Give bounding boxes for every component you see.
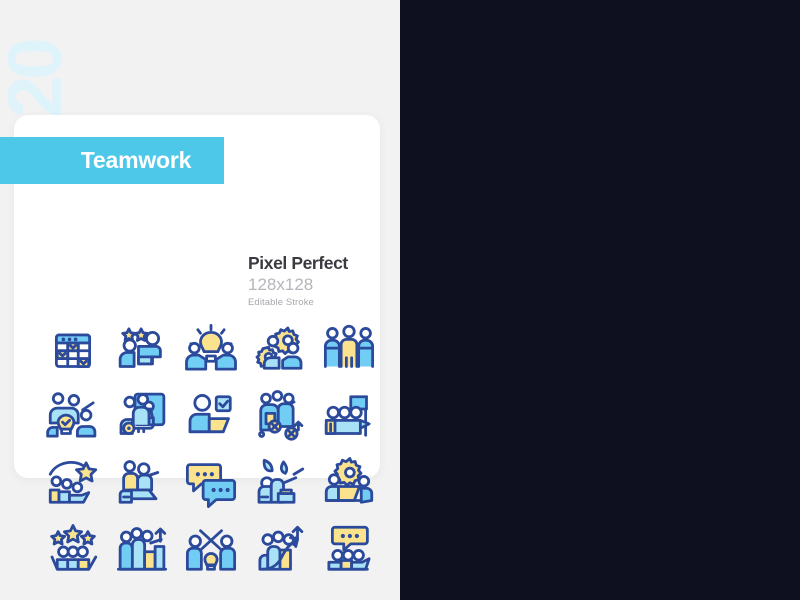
editable-stroke-label: Editable Stroke — [248, 297, 314, 309]
crossed-swords-idea-icon — [185, 528, 237, 571]
light-approved-idea-team-icon[interactable] — [38, 382, 107, 449]
page-title: Pixel Perfect — [248, 253, 348, 273]
screenshot-stage: 20 Pixel Perfect 128x128 Editable Stroke — [0, 0, 800, 600]
approved-idea-team-icon — [45, 391, 96, 438]
light-idea-lightbulb-team-icon[interactable] — [176, 315, 245, 382]
icon-size-label: 128x128 — [248, 275, 314, 295]
creative-brush-team-icon — [257, 458, 305, 504]
team-group-standing-icon — [324, 324, 375, 368]
team-speech-bubble-icon — [327, 525, 371, 571]
category-banner-label: Teamwork — [80, 147, 192, 173]
light-team-flag-goal-icon[interactable] — [315, 382, 384, 449]
header-text-block: Pixel Perfect 128x128 Editable Stroke — [248, 253, 398, 308]
light-team-speech-bubble-icon[interactable] — [315, 516, 384, 583]
team-rating-stars-icon — [118, 326, 162, 368]
light-five-star-review-team-icon[interactable] — [38, 516, 107, 583]
light-conflict-cross-marks-icon[interactable] — [246, 382, 315, 449]
light-team-group-standing-icon[interactable] — [315, 315, 384, 382]
gears-collaboration-icon — [255, 326, 303, 370]
light-team-laptop-work-icon[interactable] — [107, 449, 176, 516]
gear-settings-team-icon — [325, 456, 374, 504]
schedule-calendar-icon — [54, 333, 91, 368]
light-growth-bar-chart-team-icon[interactable] — [107, 516, 176, 583]
light-creative-brush-team-icon[interactable] — [246, 449, 315, 516]
task-checkbox-person-icon — [188, 393, 232, 433]
idea-lightbulb-team-icon — [185, 323, 237, 371]
category-banner: Teamwork — [0, 137, 224, 184]
team-laptop-work-icon — [118, 459, 159, 504]
light-team-rating-stars-icon[interactable] — [107, 315, 176, 382]
growth-bar-chart-team-icon — [116, 526, 167, 571]
light-star-achievement-team-icon[interactable] — [38, 449, 107, 516]
light-gears-collaboration-icon[interactable] — [246, 315, 315, 382]
team-flag-goal-icon — [325, 394, 371, 437]
star-achievement-team-icon — [48, 460, 97, 504]
light-upward-arrow-team-icon[interactable] — [246, 516, 315, 583]
light-schedule-calendar-icon[interactable] — [38, 315, 107, 382]
chat-bubbles-icon — [185, 462, 237, 508]
conflict-cross-marks-icon — [258, 389, 304, 441]
watermark-number: 20 — [0, 41, 78, 118]
light-keyhole-access-icon[interactable] — [107, 382, 176, 449]
light-icon-grid — [38, 315, 384, 583]
five-star-review-team-icon — [49, 523, 97, 571]
light-crossed-swords-idea-icon[interactable] — [176, 516, 245, 583]
light-chat-bubbles-icon[interactable] — [176, 449, 245, 516]
dark-theme-panel — [400, 0, 800, 600]
keyhole-access-icon — [119, 392, 166, 435]
light-task-checkbox-person-icon[interactable] — [176, 382, 245, 449]
light-gear-settings-team-icon[interactable] — [315, 449, 384, 516]
upward-arrow-team-icon — [258, 525, 304, 571]
light-theme-panel: 20 Pixel Perfect 128x128 Editable Stroke — [0, 0, 400, 600]
